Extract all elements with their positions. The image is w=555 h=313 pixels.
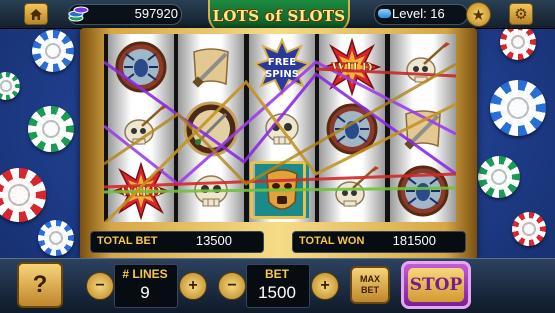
help-button[interactable]: ? <box>17 262 63 308</box>
poker-chip-icon <box>478 156 520 198</box>
payline-purple-1 <box>104 60 456 176</box>
total-won-label: TOTAL WON <box>299 235 365 247</box>
gear-icon[interactable]: ⚙ <box>509 3 533 25</box>
spin-stop-button[interactable]: STOP <box>401 261 471 309</box>
max-bet-button[interactable]: MAX BET <box>350 266 390 304</box>
level-progress-bar <box>378 9 391 18</box>
max-bet-label: MAX BET <box>360 274 380 295</box>
poker-chip-icon <box>500 24 536 60</box>
payline-gold-1 <box>104 79 456 222</box>
poker-chip-icon <box>38 220 74 256</box>
spin-stop-label: STOP <box>408 268 464 302</box>
poker-chip-icon <box>32 30 74 72</box>
poker-chip-icon <box>28 106 74 152</box>
bet-value: 1500 <box>258 283 296 302</box>
payline-green <box>104 186 456 194</box>
lines-label: # LINES <box>122 267 168 281</box>
lines-plus-button[interactable]: + <box>179 272 207 300</box>
level-label: Level: 16 <box>392 6 445 21</box>
poker-chip-icon <box>512 212 546 246</box>
home-icon <box>30 8 42 20</box>
bet-minus-button[interactable]: − <box>218 272 246 300</box>
total-won-value: 181500 <box>392 233 436 248</box>
bet-plus-button[interactable]: + <box>311 272 339 300</box>
total-bet-value: 13500 <box>195 233 232 248</box>
payline-red <box>104 172 456 189</box>
home-button[interactable] <box>24 3 48 25</box>
paylines-overlay <box>104 60 456 222</box>
coin-stack-icon <box>68 2 90 24</box>
logo-text: LOTS of SLOTS <box>212 7 346 25</box>
lines-minus-button[interactable]: − <box>86 272 114 300</box>
star-icon[interactable]: ★ <box>466 2 491 27</box>
bet-label: BET <box>265 267 289 281</box>
poker-chip-icon <box>490 80 546 136</box>
total-bet-label: TOTAL BET <box>97 235 158 247</box>
lines-value: 9 <box>140 283 150 302</box>
coin-balance: 597920 <box>134 6 178 21</box>
